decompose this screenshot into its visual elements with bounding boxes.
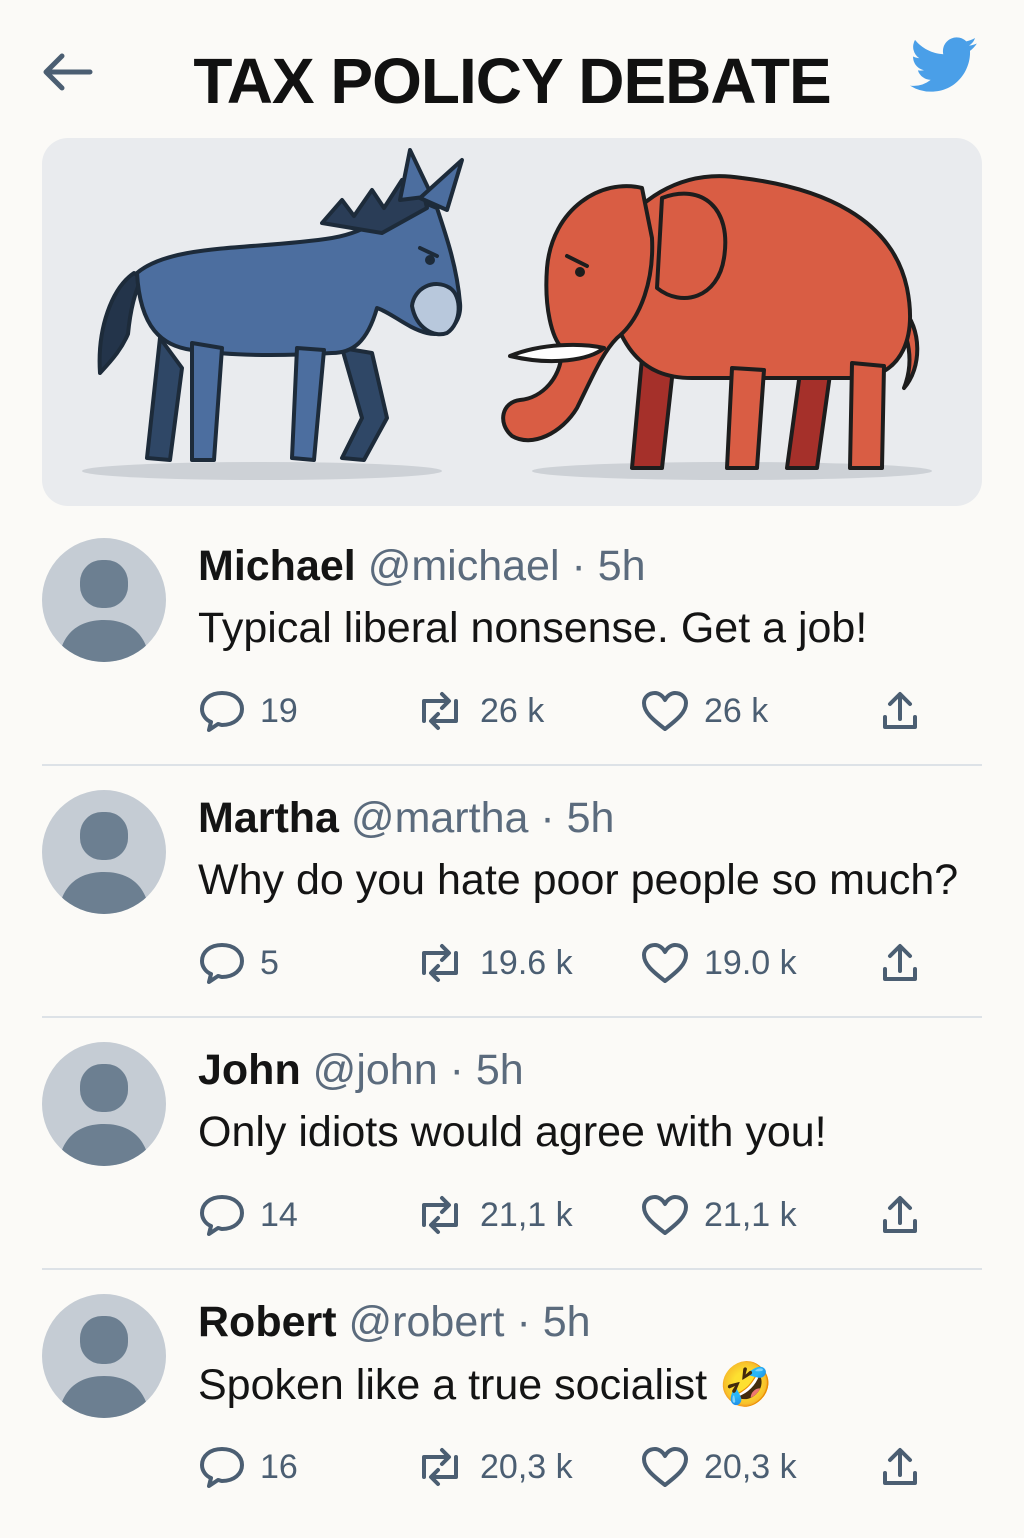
like-button[interactable]: 20,3 k (640, 1442, 797, 1492)
reply-count: 19 (260, 691, 298, 730)
tweet-author-name[interactable]: Martha (198, 794, 339, 842)
like-count: 21,1 k (704, 1195, 797, 1234)
tweet-time: 5h (542, 1298, 591, 1346)
tweet-author-handle[interactable]: @martha (351, 794, 528, 842)
like-count: 26 k (704, 691, 769, 730)
tweet-item[interactable]: Martha @martha · 5h Why do you hate poor… (0, 782, 1024, 1034)
retweet-icon (414, 1195, 466, 1235)
share-button[interactable] (880, 938, 920, 988)
retweet-count: 26 k (480, 691, 545, 730)
share-button[interactable] (880, 686, 920, 736)
heart-icon (640, 689, 690, 733)
elephant-figure (501, 174, 920, 470)
tweet-header: Martha @martha · 5h (198, 794, 614, 843)
retweet-count: 21,1 k (480, 1195, 573, 1234)
hero-image (42, 138, 982, 506)
tweet-author-name[interactable]: Michael (198, 542, 356, 590)
retweet-count: 19.6 k (480, 943, 573, 982)
retweet-icon (414, 943, 466, 983)
heart-icon (640, 1445, 690, 1489)
like-button[interactable]: 21,1 k (640, 1190, 797, 1240)
twitter-bird-icon[interactable] (910, 36, 978, 94)
tweet-dot-separator: · (437, 1046, 476, 1094)
tweet-dot-separator: · (559, 542, 598, 590)
like-count: 20,3 k (704, 1447, 797, 1486)
tweet-author-name[interactable]: Robert (198, 1298, 337, 1346)
tweet-actions: 5 19.6 k 19.0 k (198, 938, 938, 988)
reply-button[interactable]: 19 (198, 686, 298, 736)
avatar[interactable] (42, 1294, 166, 1418)
share-button[interactable] (880, 1190, 920, 1240)
like-count: 19.0 k (704, 943, 797, 982)
retweet-icon (414, 1447, 466, 1487)
reply-count: 14 (260, 1195, 298, 1234)
tweet-item[interactable]: Michael @michael · 5h Typical liberal no… (0, 530, 1024, 782)
tweet-text-content: Only idiots would agree with you! (198, 1108, 827, 1156)
avatar[interactable] (42, 538, 166, 662)
reply-bubble-icon (198, 1193, 246, 1237)
tweet-text: Only idiots would agree with you! (198, 1108, 827, 1157)
reply-button[interactable]: 14 (198, 1190, 298, 1240)
tweet-author-name[interactable]: John (198, 1046, 301, 1094)
tweet-item[interactable]: Robert @robert · 5h Spoken like a true s… (0, 1286, 1024, 1538)
tweet-text-content: Why do you hate poor people so much? (198, 856, 959, 904)
reply-count: 16 (260, 1447, 298, 1486)
reply-bubble-icon (198, 941, 246, 985)
reply-bubble-icon (198, 689, 246, 733)
share-icon (880, 1193, 920, 1237)
reply-bubble-icon (198, 1445, 246, 1489)
tweet-text: Why do you hate poor people so much? (198, 856, 958, 905)
tweet-time: 5h (475, 1046, 524, 1094)
tweet-text: Spoken like a true socialist 🤣 (198, 1360, 773, 1410)
heart-icon (640, 1193, 690, 1237)
avatar[interactable] (42, 1042, 166, 1166)
page-title: TAX POLICY DEBATE (193, 45, 831, 117)
avatar[interactable] (42, 790, 166, 914)
tweet-header: Michael @michael · 5h (198, 542, 646, 591)
tweet-header: John @john · 5h (198, 1046, 524, 1095)
retweet-button[interactable]: 21,1 k (414, 1190, 573, 1240)
retweet-button[interactable]: 26 k (414, 686, 544, 736)
tweet-time: 5h (566, 794, 615, 842)
retweet-count: 20,3 k (480, 1447, 573, 1486)
donkey-figure (97, 148, 464, 462)
tweet-dot-separator: · (504, 1298, 543, 1346)
tweet-text-content: Spoken like a true socialist (198, 1361, 708, 1409)
donkey-elephant-illustration (82, 148, 932, 480)
tweet-actions: 16 20,3 k 20,3 k (198, 1442, 938, 1492)
tweet-divider (42, 1268, 982, 1270)
retweet-button[interactable]: 20,3 k (414, 1442, 573, 1492)
reply-button[interactable]: 16 (198, 1442, 298, 1492)
tweet-time: 5h (597, 542, 646, 590)
like-button[interactable]: 19.0 k (640, 938, 797, 988)
reply-count: 5 (260, 943, 279, 982)
tweet-actions: 19 26 k 26 k (198, 686, 938, 736)
tweet-author-handle[interactable]: @john (313, 1046, 438, 1094)
share-icon (880, 1445, 920, 1489)
tweet-text-content: Typical liberal nonsense. Get a job! (198, 604, 868, 652)
tweet-divider (42, 764, 982, 766)
retweet-icon (414, 691, 466, 731)
share-icon (880, 689, 920, 733)
tweet-author-handle[interactable]: @michael (368, 542, 560, 590)
share-icon (880, 941, 920, 985)
tweet-author-handle[interactable]: @robert (349, 1298, 505, 1346)
heart-icon (640, 941, 690, 985)
tweet-header: Robert @robert · 5h (198, 1298, 591, 1347)
tweet-item[interactable]: John @john · 5h Only idiots would agree … (0, 1034, 1024, 1286)
header: TAX POLICY DEBATE (0, 0, 1024, 130)
tweet-divider (42, 1016, 982, 1018)
retweet-button[interactable]: 19.6 k (414, 938, 573, 988)
tweet-actions: 14 21,1 k 21,1 k (198, 1190, 938, 1240)
rofl-emoji: 🤣 (719, 1361, 773, 1409)
like-button[interactable]: 26 k (640, 686, 768, 736)
tweet-text: Typical liberal nonsense. Get a job! (198, 604, 867, 653)
reply-button[interactable]: 5 (198, 938, 279, 988)
share-button[interactable] (880, 1442, 920, 1492)
tweet-dot-separator: · (528, 794, 567, 842)
